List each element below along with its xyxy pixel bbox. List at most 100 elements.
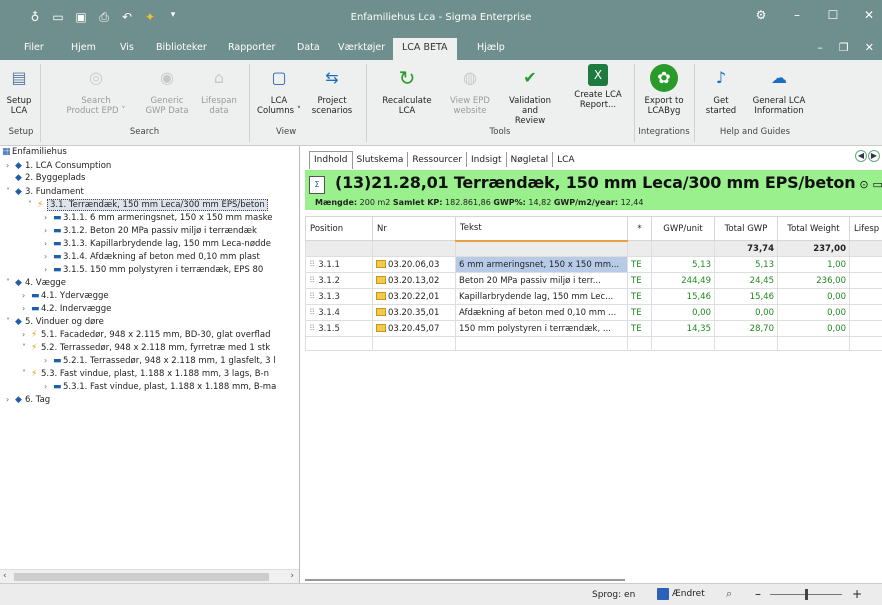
tree-item[interactable]: › ▬3.1.3. Kapillarbrydende lag, 150 mm Le… <box>44 237 271 250</box>
minimize-icon[interactable]: – <box>790 8 804 22</box>
play-icon[interactable]: ⊙ <box>859 178 868 191</box>
scroll-thumb[interactable] <box>305 579 625 581</box>
chevron-right-icon[interactable]: › <box>44 224 53 237</box>
mdi-minimize-icon[interactable]: – <box>817 41 823 54</box>
mdi-restore-icon[interactable]: ❐ <box>839 41 849 54</box>
comment-icon[interactable]: ▭ <box>872 178 882 191</box>
tab-data[interactable]: Data <box>293 42 324 53</box>
tab-ressourcer[interactable]: Ressourcer <box>408 152 468 167</box>
tab-hjem[interactable]: Hjem <box>67 42 100 53</box>
chevron-right-icon[interactable]: › <box>44 237 53 250</box>
chevron-right-icon[interactable]: › <box>6 159 15 172</box>
tab-filer[interactable]: Filer <box>20 42 48 53</box>
get-started-button[interactable]: ♪ Get started <box>703 64 739 117</box>
chevron-right-icon[interactable]: › <box>44 354 53 367</box>
column-header-tekst[interactable]: Tekst <box>455 216 628 242</box>
validation-review-button[interactable]: ✔ Validation and Review <box>506 64 554 127</box>
zoom-in-icon[interactable]: + <box>852 587 862 601</box>
drag-handle-icon[interactable]: ⠿ <box>309 308 315 318</box>
scroll-right-icon[interactable]: › <box>290 571 294 581</box>
maximize-icon[interactable]: ☐ <box>826 8 840 22</box>
chevron-right-icon[interactable]: › <box>22 328 31 341</box>
tree-item-selected[interactable]: ˅ ⚡ 3.1. Terrændæk, 150 mm Leca/300 mm EPS… <box>28 198 268 211</box>
lca-columns-button[interactable]: ▢ LCA Columns ˅ <box>257 64 301 117</box>
table-row[interactable]: ⠿ 3.1.4 03.20.35,01 Afdækning af beton me… <box>305 304 882 321</box>
tab-indsigt[interactable]: Indsigt <box>467 152 507 167</box>
drag-handle-icon[interactable]: ⠿ <box>309 292 315 302</box>
tree-item[interactable]: ˅ ◆ 5. Vinduer og døre <box>6 315 104 328</box>
export-lcabyg-button[interactable]: ✿ Export to LCAByg <box>640 64 688 116</box>
drag-handle-icon[interactable]: ⠿ <box>309 324 315 334</box>
zoom-icon[interactable]: ⌕ <box>726 587 732 601</box>
setup-lca-button[interactable]: ▤ Setup LCA <box>4 64 34 117</box>
chevron-down-icon[interactable]: ˅ <box>6 185 15 198</box>
nav-back-icon[interactable]: ◀ <box>855 150 867 162</box>
tree-item[interactable]: › ▬3.1.1. 6 mm armeringsnet, 150 x 150 mm… <box>44 211 273 224</box>
tab-vaerktoejer[interactable]: Værktøjer <box>334 42 389 53</box>
selected-cell[interactable]: 6 mm armeringsnet, 150 x 150 mm... <box>455 256 628 273</box>
tree-item[interactable]: › ▬4.1. Ydervægge <box>22 289 109 302</box>
tree-item[interactable]: ▦Enfamiliehus <box>2 146 67 159</box>
chevron-down-icon[interactable]: ˅ <box>6 276 15 289</box>
create-lca-report-button[interactable]: X Create LCA Report... <box>572 64 624 110</box>
tab-vis[interactable]: Vis <box>116 42 138 53</box>
generic-gwp-button[interactable]: ◉ Generic GWP Data <box>143 64 191 117</box>
tree-item[interactable]: › ⚡ 5.1. Facadedør, 948 x 2.115 mm, BD-30,… <box>22 328 270 341</box>
tree-item[interactable]: › ▬3.1.5. 150 mm polystyren i terrændæk, … <box>44 263 263 276</box>
table-row[interactable]: ⠿ 3.1.2 03.20.13,02 Beton 20 MPa passiv m… <box>305 272 882 289</box>
project-scenarios-button[interactable]: ⇆ Project scenarios <box>309 64 355 117</box>
tree-item[interactable]: ◆ 2. Byggeplads <box>6 172 85 185</box>
general-lca-information-button[interactable]: ☁ General LCA Information <box>749 64 809 117</box>
search-product-epd-button[interactable]: ◎ Search Product EPD ˅ <box>64 64 128 117</box>
chevron-right-icon[interactable]: › <box>22 302 31 315</box>
tree-item[interactable]: › ▬5.3.1. Fast vindue, plast, 1.188 x 1.1… <box>44 380 276 393</box>
tree-item[interactable]: › ◆ 6. Tag <box>6 393 50 406</box>
chevron-down-icon[interactable]: ˅ <box>6 315 15 328</box>
recalculate-lca-button[interactable]: ↻ Recalculate LCA <box>381 64 433 116</box>
tab-biblioteker[interactable]: Biblioteker <box>152 42 211 53</box>
tree-item[interactable]: ˅ ◆ 3. Fundament <box>6 185 84 198</box>
chevron-down-icon[interactable]: ˅ <box>22 341 31 354</box>
chevron-down-icon[interactable]: ˅ <box>22 367 31 380</box>
tree-item[interactable]: › ◆ 1. LCA Consumption <box>6 159 111 172</box>
changed-indicator[interactable]: Ændret <box>657 588 705 600</box>
view-epd-website-button[interactable]: ◍ View EPD website <box>447 64 493 117</box>
tree-item[interactable]: › ▬4.2. Indervægge <box>22 302 111 315</box>
settings-icon[interactable]: ⚙ <box>754 8 768 22</box>
scroll-thumb[interactable] <box>14 573 269 581</box>
tab-hjaelp[interactable]: Hjælp <box>473 42 509 53</box>
language-indicator[interactable]: Sprog: en <box>592 590 635 600</box>
column-header-total-gwp[interactable]: Total GWP <box>714 216 778 241</box>
nav-forward-icon[interactable]: ▶ <box>868 150 880 162</box>
tree-horizontal-scrollbar[interactable]: ‹ › <box>0 569 299 583</box>
lifespan-data-button[interactable]: ⌂ Lifespan data <box>199 64 239 117</box>
column-header-star[interactable]: * <box>627 216 652 241</box>
mdi-close-icon[interactable]: ✕ <box>865 41 874 54</box>
tab-lca-beta[interactable]: LCA BETA <box>393 38 457 60</box>
tree-item[interactable]: ˅ ⚡ 5.2. Terrassedør, 948 x 2.118 mm, fyrr… <box>22 341 270 354</box>
tab-lca[interactable]: LCA <box>553 152 578 167</box>
column-header-position[interactable]: Position <box>305 216 373 241</box>
zoom-out-icon[interactable]: – <box>755 587 761 601</box>
empty-row[interactable] <box>305 336 882 351</box>
close-icon[interactable]: ✕ <box>862 8 876 22</box>
column-header-lifespan[interactable]: Lifesp <box>849 216 882 241</box>
scroll-left-icon[interactable]: ‹ <box>3 571 7 581</box>
tab-indhold[interactable]: Indhold <box>309 151 353 169</box>
chevron-right-icon[interactable]: › <box>44 263 53 276</box>
drag-handle-icon[interactable]: ⠿ <box>309 260 315 270</box>
tree-item[interactable]: › ▬3.1.4. Afdækning af beton med 0,10 mm … <box>44 250 260 263</box>
tab-noegletal[interactable]: Nøgletal <box>507 152 554 167</box>
chevron-right-icon[interactable]: › <box>6 393 15 406</box>
tree-item[interactable]: › ▬3.1.2. Beton 20 MPa passiv miljø i ter… <box>44 224 257 237</box>
column-header-gwp-unit[interactable]: GWP/unit <box>651 216 715 241</box>
tree-item[interactable]: ˅ ◆ 4. Vægge <box>6 276 66 289</box>
chevron-right-icon[interactable]: › <box>22 289 31 302</box>
chevron-right-icon[interactable]: › <box>44 211 53 224</box>
drag-handle-icon[interactable]: ⠿ <box>309 276 315 286</box>
chevron-down-icon[interactable]: ˅ <box>28 198 37 211</box>
tab-rapporter[interactable]: Rapporter <box>224 42 279 53</box>
zoom-slider-thumb[interactable] <box>805 589 808 600</box>
table-row[interactable]: ⠿ 3.1.3 03.20.22,01 Kapillarbrydende lag,… <box>305 288 882 305</box>
tab-slutskema[interactable]: Slutskema <box>353 152 409 167</box>
